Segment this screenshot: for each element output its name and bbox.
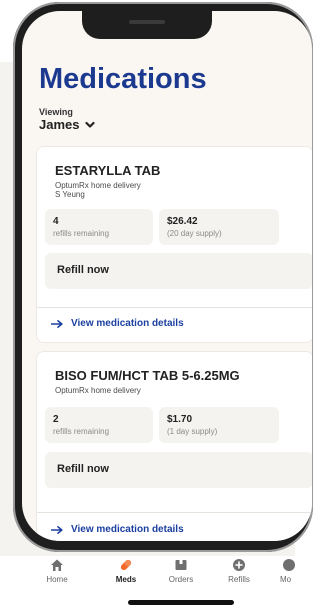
home-indicator [128,600,234,605]
prescriber-name: S Yeung [55,190,85,199]
medication-name: ESTARYLLA TAB [55,163,161,178]
price-stat: $26.42 (20 day supply) [159,209,279,245]
supply-label: (20 day supply) [167,229,222,238]
nav-item-home[interactable]: Home [32,558,82,584]
refill-now-button[interactable]: Refill now [45,452,312,488]
refills-stat: 2 refills remaining [45,407,153,443]
supply-label: (1 day supply) [167,427,218,436]
phone-notch [82,11,212,39]
bottom-nav: Home Meds Orders Refills Mo [0,556,295,596]
box-icon [175,560,187,570]
refill-now-label: Refill now [57,264,109,276]
view-details-link[interactable]: View medication details [51,524,184,535]
speaker-grille [129,20,165,24]
refills-label: refills remaining [53,427,110,436]
page-title: Medications [39,63,207,95]
view-details-label: View medication details [71,318,184,329]
refills-stat: 4 refills remaining [45,209,153,245]
nav-label-orders: Orders [168,575,194,584]
medication-name: BISO FUM/HCT TAB 5-6.25MG [55,368,240,383]
card-divider [37,512,312,513]
medication-card: BISO FUM/HCT TAB 5-6.25MG OptumRx home d… [36,351,312,541]
price-stat: $1.70 (1 day supply) [159,407,279,443]
medication-card: ESTARYLLA TAB OptumRx home delivery S Ye… [36,146,312,343]
more-icon [283,559,295,571]
refills-count: 4 [53,216,59,227]
nav-label-refills: Refills [228,575,250,584]
arrow-right-icon [51,319,63,328]
pill-icon [120,559,132,571]
view-details-link[interactable]: View medication details [51,318,184,329]
nav-item-more[interactable]: Mo [270,558,295,584]
refills-label: refills remaining [53,229,110,238]
chevron-down-icon [85,121,96,128]
home-icon [51,559,63,571]
refills-count: 2 [53,414,59,425]
refill-now-label: Refill now [57,463,109,475]
arrow-right-icon [51,525,63,534]
viewing-label: Viewing [39,107,73,117]
viewer-name: James [39,117,80,132]
refill-now-button[interactable]: Refill now [45,253,312,289]
price-value: $26.42 [167,216,198,227]
nav-item-meds[interactable]: Meds [101,558,151,584]
price-value: $1.70 [167,414,193,425]
nav-label-more: Mo [280,575,292,584]
nav-item-orders[interactable]: Orders [156,558,206,584]
phone-screen: Medications Viewing James ESTARYLLA TAB … [22,11,312,541]
view-details-label: View medication details [71,524,184,535]
medication-source: OptumRx home delivery [55,386,141,395]
card-divider [37,307,312,308]
viewer-selector[interactable]: James [39,117,96,132]
nav-label-home: Home [46,575,68,584]
plus-circle-icon [233,559,245,571]
nav-item-refills[interactable]: Refills [214,558,264,584]
phone-frame: Medications Viewing James ESTARYLLA TAB … [13,2,313,552]
nav-label-meds: Meds [115,575,137,584]
